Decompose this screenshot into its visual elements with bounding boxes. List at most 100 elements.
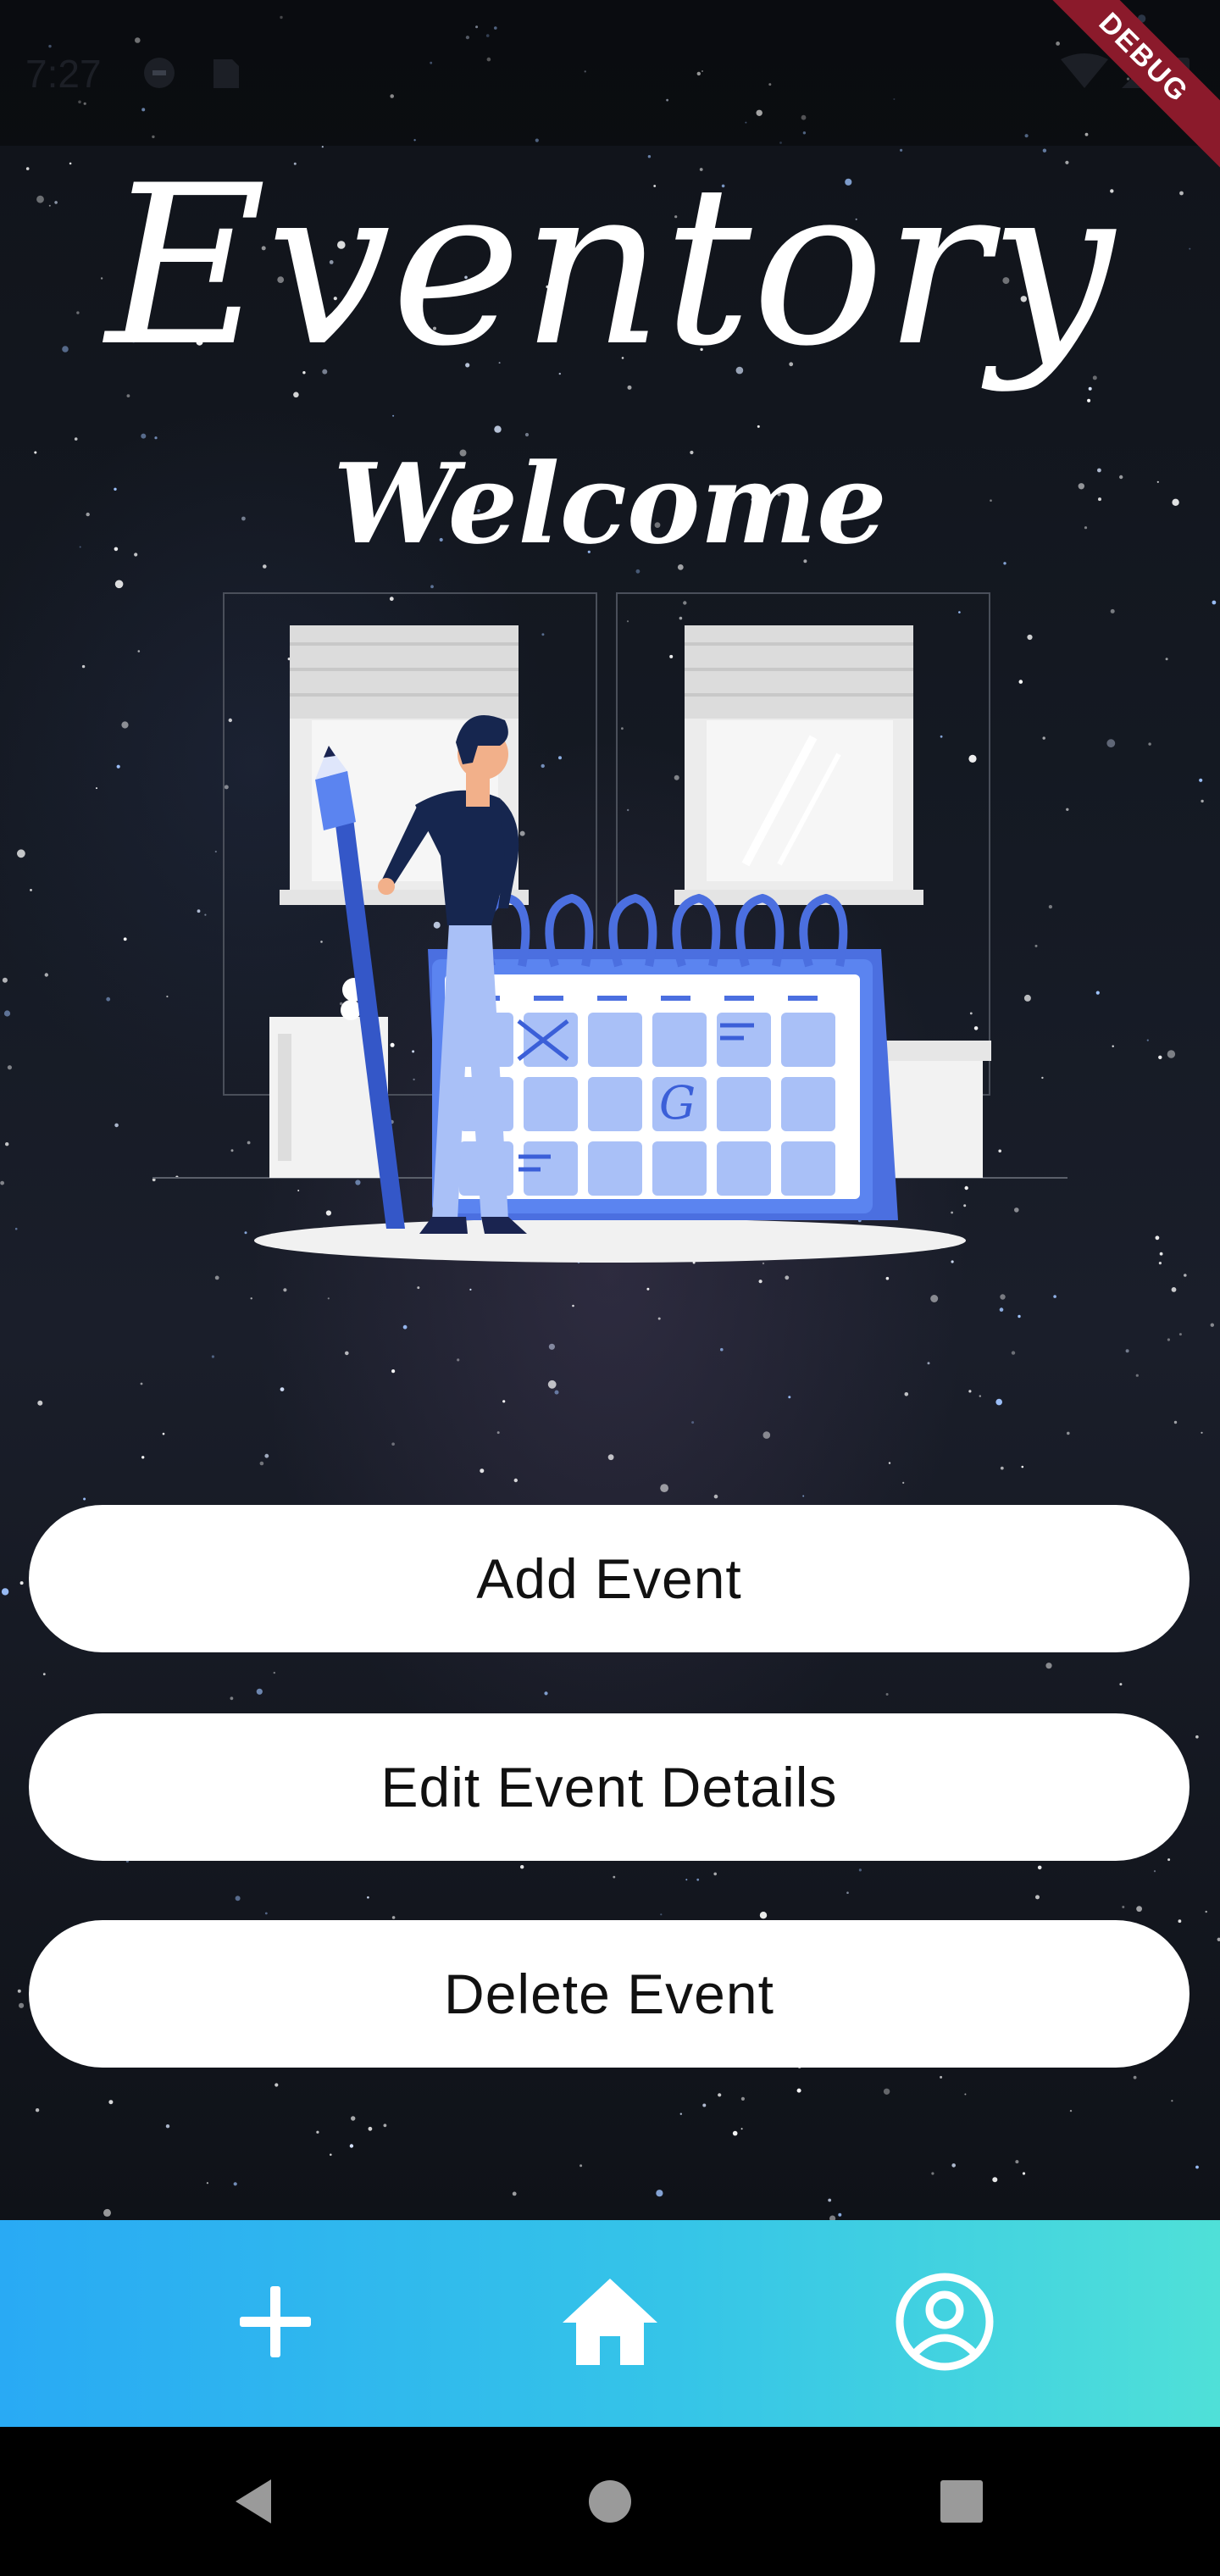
star bbox=[885, 1276, 890, 1280]
star bbox=[930, 1295, 939, 1302]
star bbox=[1067, 1431, 1070, 1435]
star bbox=[796, 2088, 801, 2093]
star bbox=[140, 1382, 143, 1385]
star bbox=[1069, 2109, 1073, 2112]
star bbox=[211, 1355, 214, 1358]
star bbox=[1095, 991, 1100, 995]
home-circle-icon[interactable] bbox=[585, 2476, 635, 2527]
wifi-icon bbox=[1061, 53, 1108, 88]
star bbox=[1153, 1870, 1156, 1873]
star bbox=[1122, 1906, 1125, 1908]
star bbox=[81, 664, 86, 669]
account-circle-icon bbox=[896, 2273, 994, 2371]
star bbox=[858, 1868, 862, 1872]
star bbox=[1053, 1295, 1056, 1298]
star bbox=[1135, 1374, 1139, 1377]
star bbox=[1173, 1420, 1178, 1424]
star bbox=[1045, 1663, 1052, 1669]
star bbox=[740, 2128, 743, 2130]
star bbox=[7, 1065, 12, 1070]
star bbox=[1210, 1323, 1215, 1327]
edit-event-details-button[interactable]: Edit Event Details bbox=[29, 1713, 1190, 1861]
star bbox=[1112, 1045, 1114, 1047]
star bbox=[1011, 1351, 1016, 1355]
star bbox=[1021, 1465, 1024, 1468]
star bbox=[720, 1347, 724, 1352]
star bbox=[718, 2093, 722, 2097]
star bbox=[1158, 1262, 1162, 1265]
star bbox=[2, 977, 8, 983]
star bbox=[740, 2096, 746, 2101]
star bbox=[802, 1495, 805, 1497]
star bbox=[1110, 608, 1115, 613]
nav-home-button[interactable] bbox=[551, 2262, 669, 2381]
star bbox=[283, 1288, 287, 1292]
star bbox=[992, 2177, 998, 2183]
star bbox=[17, 1989, 21, 1993]
add-event-button[interactable]: Add Event bbox=[29, 1505, 1190, 1652]
star bbox=[206, 2182, 208, 2185]
status-left-icons bbox=[144, 58, 239, 88]
star bbox=[1106, 739, 1116, 748]
star bbox=[1, 1588, 9, 1596]
star bbox=[19, 2002, 25, 2008]
sd-card-icon bbox=[214, 59, 239, 88]
star bbox=[417, 1286, 420, 1290]
home-icon bbox=[563, 2279, 657, 2365]
star bbox=[580, 2164, 583, 2168]
star bbox=[274, 2083, 279, 2087]
star bbox=[838, 2212, 842, 2217]
star bbox=[123, 937, 127, 941]
calendar-letter: G bbox=[659, 1076, 696, 1130]
star bbox=[3, 1010, 11, 1017]
star bbox=[995, 1398, 1002, 1406]
delete-event-button[interactable]: Delete Event bbox=[29, 1920, 1190, 2068]
star bbox=[1119, 1683, 1123, 1686]
star bbox=[1167, 1338, 1170, 1341]
star bbox=[14, 1227, 18, 1230]
star bbox=[114, 580, 124, 589]
star bbox=[316, 2130, 319, 2134]
star bbox=[702, 2103, 707, 2107]
star bbox=[165, 2124, 170, 2129]
star bbox=[788, 1396, 791, 1399]
star bbox=[679, 2112, 682, 2115]
star bbox=[327, 1297, 330, 1300]
star bbox=[1171, 2100, 1173, 2102]
star bbox=[383, 2124, 387, 2128]
star bbox=[1212, 600, 1217, 605]
star bbox=[888, 1462, 891, 1464]
status-bar: 7:27 bbox=[0, 0, 1220, 146]
app-title: Eventory bbox=[105, 139, 1115, 395]
back-icon[interactable] bbox=[229, 2476, 280, 2527]
star bbox=[1136, 1906, 1142, 1913]
star bbox=[17, 849, 25, 858]
star bbox=[330, 2153, 332, 2157]
star bbox=[83, 1497, 86, 1501]
star bbox=[457, 1358, 460, 1362]
star bbox=[19, 1581, 24, 1585]
star bbox=[114, 1123, 119, 1128]
star bbox=[502, 1400, 506, 1403]
recents-square-icon[interactable] bbox=[936, 2476, 987, 2527]
star bbox=[785, 1275, 790, 1280]
star bbox=[1022, 2172, 1026, 2175]
star bbox=[1158, 1055, 1162, 1060]
star bbox=[1000, 1294, 1006, 1300]
nav-add-button[interactable] bbox=[216, 2262, 335, 2381]
star bbox=[1178, 1919, 1182, 1924]
star bbox=[1018, 1314, 1021, 1319]
star bbox=[235, 1896, 241, 1901]
star bbox=[280, 1387, 285, 1391]
nav-profile-button[interactable] bbox=[885, 2262, 1004, 2381]
star bbox=[349, 2144, 354, 2148]
star bbox=[233, 2182, 237, 2186]
star bbox=[657, 1317, 661, 1320]
star bbox=[5, 1142, 9, 1146]
star bbox=[660, 1913, 663, 1916]
star bbox=[885, 1693, 889, 1696]
star bbox=[1178, 1333, 1182, 1336]
star bbox=[660, 1484, 668, 1492]
star bbox=[520, 1865, 524, 1869]
star bbox=[106, 997, 111, 1002]
